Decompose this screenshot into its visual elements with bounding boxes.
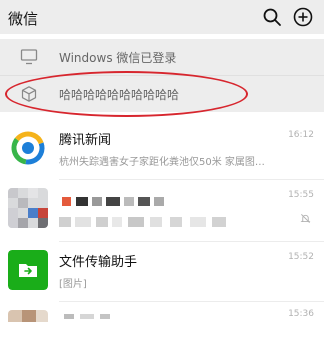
chat-preview: 杭州失踪遇害女子家距化粪池仅50米 家属图… xyxy=(59,157,265,168)
pixelated-avatar xyxy=(8,310,48,350)
chat-name: 腾讯新闻 xyxy=(59,133,112,148)
chat-name: 文件传输助手 xyxy=(59,255,138,270)
mute-bell-icon xyxy=(300,214,311,223)
pixelated-avatar xyxy=(8,188,48,228)
file-transfer-avatar xyxy=(8,250,48,290)
red-annotation-ellipse xyxy=(5,71,248,117)
monitor-icon xyxy=(20,49,38,65)
chat-time: 15:36 xyxy=(288,309,314,319)
notice-text: Windows 微信已登录 xyxy=(59,51,177,65)
app-title: 微信 xyxy=(8,10,39,28)
chat-item-file-transfer[interactable]: 文件传输助手 [图片] 15:52 xyxy=(0,242,324,302)
chat-preview: [图片] xyxy=(59,279,87,290)
chat-item-partial[interactable]: 15:36 xyxy=(0,302,324,322)
windows-login-notice[interactable]: Windows 微信已登录 xyxy=(0,39,324,75)
chat-item-tencent-news[interactable]: 腾讯新闻 杭州失踪遇害女子家距化粪池仅50米 家属图… 16:12 xyxy=(0,120,324,180)
chat-item-pixelated[interactable]: 15:55 xyxy=(0,180,324,242)
chat-time: 15:55 xyxy=(288,190,314,200)
tencent-news-avatar xyxy=(8,128,48,168)
chat-time: 16:12 xyxy=(288,130,314,140)
plus-circle-icon[interactable] xyxy=(293,7,313,27)
search-icon[interactable] xyxy=(262,7,282,27)
chat-time: 15:52 xyxy=(288,252,314,262)
top-bar: 微信 xyxy=(0,0,324,34)
